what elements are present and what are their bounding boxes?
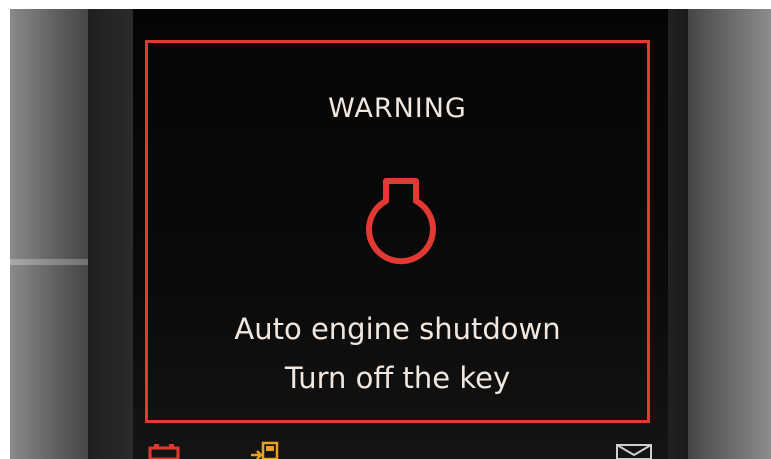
fuel-pump-icon [251,441,279,459]
battery-icon [148,444,180,459]
display-bezel: WARNING Auto engine shutdown Turn off th… [88,9,688,459]
message-envelope-icon [616,444,652,459]
engine-oil-pressure-warning-icon [366,178,436,265]
instrument-cluster-photo: WARNING Auto engine shutdown Turn off th… [10,9,771,459]
status-icon-bar [133,441,668,459]
display-screen: WARNING Auto engine shutdown Turn off th… [133,9,668,459]
warning-frame: WARNING Auto engine shutdown Turn off th… [145,40,650,423]
warning-message-line-1: Auto engine shutdown [234,312,561,346]
warning-title: WARNING [328,93,467,124]
warning-message-line-2: Turn off the key [284,361,511,395]
